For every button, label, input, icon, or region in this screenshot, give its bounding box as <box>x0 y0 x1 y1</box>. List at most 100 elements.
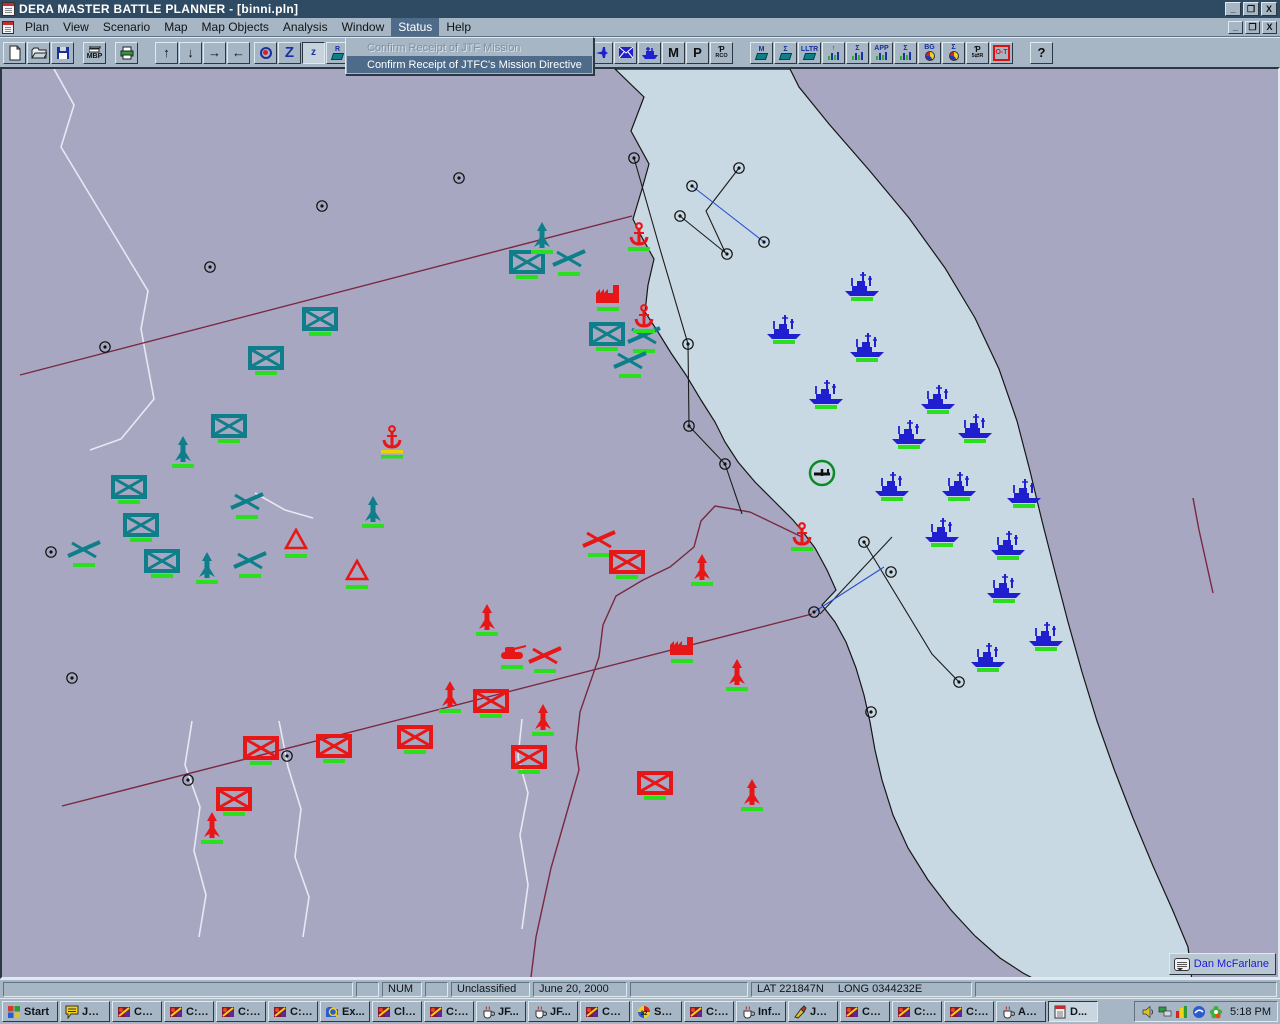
toolbar-ship-tool[interactable] <box>638 42 661 64</box>
menu-plan[interactable]: Plan <box>18 18 56 36</box>
taskbar-button-jf-java[interactable]: JF... <box>528 1001 578 1022</box>
taskbar-button-jf-java[interactable]: JF... <box>476 1001 526 1022</box>
menu-analysis[interactable]: Analysis <box>276 18 335 36</box>
menu-status[interactable]: Status <box>391 18 439 36</box>
status-coordinates: LAT 221847N LONG 0344232E <box>751 982 972 997</box>
toolbar-m-tool[interactable]: M <box>662 42 685 64</box>
status-message-panel <box>3 982 353 997</box>
network-tray-icon[interactable] <box>1158 1005 1172 1019</box>
chat-notification[interactable]: Dan McFarlane <box>1169 953 1276 975</box>
child-restore-button[interactable]: ❐ <box>1245 21 1260 34</box>
toolbar-swap-5r[interactable]: Ƥ5⇄R <box>966 42 989 64</box>
toolbar-lltr-overlay[interactable]: LLTR <box>798 42 821 64</box>
taskbar-clock: 5:18 PM <box>1230 1006 1271 1018</box>
system-tray: 5:18 PM <box>1134 1001 1278 1022</box>
toolbar-app-chart[interactable]: APP <box>870 42 893 64</box>
taskbar-button-jas-paint[interactable]: Jas... <box>788 1001 838 1022</box>
toolbar-zoom-in[interactable]: Z <box>278 42 301 64</box>
close-button[interactable]: X <box>1261 2 1277 16</box>
icq-tray-icon[interactable] <box>1209 1005 1223 1019</box>
status-menu-dropdown: Confirm Receipt of JTF MissionConfirm Re… <box>345 37 594 75</box>
toolbar-rco-tool[interactable]: ƤRCO <box>710 42 733 64</box>
child-minimize-button[interactable]: _ <box>1228 21 1243 34</box>
taskbar-button-so-so32[interactable]: 32So... <box>632 1001 682 1022</box>
toolbar-zoom-out[interactable]: z <box>302 42 325 64</box>
taskbar-button-c-mbp[interactable]: C:\... <box>944 1001 994 1022</box>
toolbar-print[interactable] <box>115 42 138 64</box>
speaker-tray-icon[interactable] <box>1141 1005 1155 1019</box>
toolbar: MBP↑↓→←ZzRMPƤRCOMΣLLTR↑ΣAPPΣBGΣƤ5⇄RO-T? <box>0 37 1280 67</box>
toolbar-center-target[interactable] <box>254 42 277 64</box>
toolbar-mbp-tool[interactable]: MBP <box>83 42 106 64</box>
taskbar-button-joh-chat[interactable]: Joh... <box>60 1001 110 1022</box>
toolbar-mail-tool[interactable] <box>614 42 637 64</box>
menu-help[interactable]: Help <box>439 18 478 36</box>
application-window: DERA MASTER BATTLE PLANNER - [binni.pln]… <box>0 0 1280 1024</box>
svg-text:32: 32 <box>641 1011 648 1017</box>
status-empty-panel <box>630 982 748 997</box>
taskbar-button-c-j-mbp[interactable]: C:\j... <box>268 1001 318 1022</box>
minimize-button[interactable]: _ <box>1225 2 1241 16</box>
taskbar-button-c-j-mbp[interactable]: C:\j... <box>892 1001 942 1022</box>
toolbar-sum-pie[interactable]: Σ <box>942 42 965 64</box>
msn-tray-icon[interactable] <box>1192 1005 1206 1019</box>
menu-map-objects[interactable]: Map Objects <box>195 18 276 36</box>
toolbar-bg-pie[interactable]: BG <box>918 42 941 64</box>
toolbar-new-file[interactable] <box>3 42 26 64</box>
window-title: DERA MASTER BATTLE PLANNER - [binni.pln] <box>19 2 298 16</box>
toolbar-open-file[interactable] <box>27 42 50 64</box>
restore-button[interactable]: ❐ <box>1243 2 1259 16</box>
toolbar-unit-chart[interactable]: ↑ <box>822 42 845 64</box>
status-num-lock: NUM <box>382 982 422 997</box>
chart-tray-icon[interactable] <box>1175 1005 1189 1019</box>
menu-item-confirm-receipt-of-jtfc-s-mission-direct[interactable]: Confirm Receipt of JTFC's Mission Direct… <box>347 56 592 73</box>
taskbar: Start Joh...Co...C:\...C:\j...C:\j...Ex.… <box>0 998 1280 1024</box>
toolbar-save-file[interactable] <box>51 42 74 64</box>
toolbar-ot-stop[interactable]: O-T <box>990 42 1013 64</box>
app-icon <box>2 2 15 16</box>
map-canvas[interactable]: Dan McFarlane <box>0 67 1280 979</box>
toolbar-help[interactable]: ? <box>1030 42 1053 64</box>
taskbar-button-co-mbp[interactable]: Co... <box>580 1001 630 1022</box>
task-buttons: Joh...Co...C:\...C:\j...C:\j...Ex...Cla.… <box>60 1001 1098 1022</box>
taskbar-button-c-mbp[interactable]: C:\... <box>164 1001 214 1022</box>
status-classification: Unclassified <box>451 982 530 997</box>
start-label: Start <box>24 1006 49 1018</box>
status-lat: LAT 221847N <box>757 983 824 995</box>
taskbar-button-ag-java[interactable]: Ag... <box>996 1001 1046 1022</box>
chat-bubble-icon <box>1174 958 1190 971</box>
toolbar-pan-down[interactable]: ↓ <box>179 42 202 64</box>
toolbar-p-tool[interactable]: P <box>686 42 709 64</box>
toolbar-pan-right[interactable]: → <box>203 42 226 64</box>
taskbar-button-d-dera[interactable]: D... <box>1048 1001 1098 1022</box>
taskbar-button-ex-explorer[interactable]: Ex... <box>320 1001 370 1022</box>
title-bar: DERA MASTER BATTLE PLANNER - [binni.pln]… <box>0 0 1280 18</box>
toolbar-m-overlay[interactable]: M <box>750 42 773 64</box>
taskbar-button-co-mbp[interactable]: Co... <box>840 1001 890 1022</box>
taskbar-button-co-mbp[interactable]: Co... <box>112 1001 162 1022</box>
toolbar-pan-left[interactable]: ← <box>227 42 250 64</box>
menu-scenario[interactable]: Scenario <box>96 18 157 36</box>
toolbar-sum-chart[interactable]: Σ <box>846 42 869 64</box>
toolbar-sum-overlay[interactable]: Σ <box>774 42 797 64</box>
child-close-button[interactable]: X <box>1262 21 1277 34</box>
menu-window[interactable]: Window <box>335 18 392 36</box>
menu-item-confirm-receipt-of-jtf-mission: Confirm Receipt of JTF Mission <box>347 39 592 56</box>
taskbar-button-c-j-mbp[interactable]: C:\j... <box>216 1001 266 1022</box>
status-long: LONG 0344232E <box>838 983 922 995</box>
taskbar-button-c-mbp[interactable]: C:\... <box>684 1001 734 1022</box>
taskbar-button-inf-java[interactable]: Inf... <box>736 1001 786 1022</box>
toolbar-sum-bars[interactable]: Σ <box>894 42 917 64</box>
taskbar-button-c-mbp[interactable]: C:\... <box>424 1001 474 1022</box>
windows-logo-icon <box>7 1005 21 1019</box>
taskbar-button-cla-mbp[interactable]: Cla... <box>372 1001 422 1022</box>
menu-map[interactable]: Map <box>157 18 194 36</box>
map-svg <box>2 69 1278 977</box>
menu-bar: PlanViewScenarioMapMap ObjectsAnalysisWi… <box>0 18 1280 37</box>
tray-icons <box>1141 1005 1223 1019</box>
menu-view[interactable]: View <box>56 18 96 36</box>
start-button[interactable]: Start <box>2 1001 58 1022</box>
document-icon[interactable] <box>2 21 14 34</box>
toolbar-pan-up[interactable]: ↑ <box>155 42 178 64</box>
status-scroll-panel <box>425 982 448 997</box>
